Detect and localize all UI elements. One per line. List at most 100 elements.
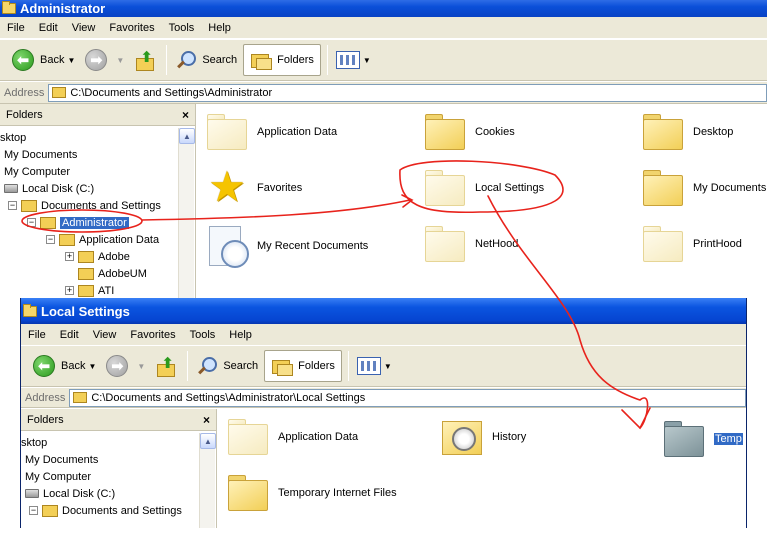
- views-button[interactable]: ▼: [353, 350, 396, 382]
- folders-pane-title: Folders: [6, 108, 43, 121]
- folder-item[interactable]: ★ Favorites: [205, 166, 302, 208]
- back-button[interactable]: ⬅ Back ▼: [8, 44, 79, 76]
- views-icon: [335, 51, 360, 69]
- menu-view[interactable]: View: [86, 329, 124, 341]
- close-icon[interactable]: ×: [203, 413, 210, 427]
- menu-file[interactable]: File: [0, 22, 32, 34]
- back-label: Back: [40, 54, 65, 66]
- menu-view[interactable]: View: [65, 22, 103, 34]
- tree-item-label: ATI: [98, 284, 115, 297]
- tree-item-label: My Documents: [4, 148, 78, 161]
- tree-item[interactable]: sktop: [0, 129, 195, 146]
- folder-item[interactable]: Cookies: [423, 114, 515, 150]
- tree-item[interactable]: − Administrator: [0, 214, 195, 231]
- folder-icon: [59, 233, 75, 246]
- tree-item[interactable]: sktop: [21, 434, 216, 451]
- tree-item[interactable]: − Application Data: [0, 231, 195, 248]
- folders-icon: [271, 356, 294, 376]
- up-button[interactable]: [130, 44, 160, 76]
- tree-item-label: Adobe: [98, 250, 130, 263]
- tree-item[interactable]: − Documents and Settings: [0, 197, 195, 214]
- folder-item[interactable]: Local Settings: [423, 170, 544, 206]
- dropdown-arrow-icon[interactable]: ▼: [88, 362, 96, 371]
- collapse-icon[interactable]: −: [29, 506, 38, 515]
- tree-item[interactable]: My Documents: [21, 451, 216, 468]
- folder-item-label: Cookies: [475, 126, 515, 138]
- menu-tools[interactable]: Tools: [162, 22, 202, 34]
- folder-item[interactable]: My Recent Documents: [205, 224, 368, 268]
- collapse-icon[interactable]: −: [8, 201, 17, 210]
- folder-item[interactable]: PrintHood: [641, 226, 742, 262]
- tree-item[interactable]: My Documents: [0, 146, 195, 163]
- folder-icon: [423, 170, 467, 206]
- folder-item[interactable]: History: [440, 417, 526, 457]
- folder-icon: [21, 199, 37, 212]
- folder-item[interactable]: NetHood: [423, 226, 518, 262]
- folder-item[interactable]: Application Data: [205, 114, 337, 150]
- address-label: Address: [4, 86, 45, 99]
- folder-item[interactable]: Application Data: [226, 419, 358, 455]
- close-icon[interactable]: ×: [182, 108, 189, 122]
- tree-item[interactable]: Local Disk (C:): [0, 180, 195, 197]
- views-button[interactable]: ▼: [332, 44, 375, 76]
- tree-item-label: Documents and Settings: [41, 199, 161, 212]
- folders-button[interactable]: Folders: [243, 44, 321, 76]
- scroll-up-icon[interactable]: ▲: [179, 128, 195, 144]
- tree-item-label: Local Disk (C:): [22, 182, 95, 195]
- menu-file[interactable]: File: [21, 329, 53, 341]
- folder-item-label: Local Settings: [475, 182, 545, 194]
- title-bar[interactable]: Local Settings: [21, 298, 746, 324]
- dropdown-arrow-icon[interactable]: ▼: [116, 56, 124, 65]
- folder-item-label: My Documents: [693, 182, 767, 194]
- tree-item[interactable]: My Computer: [0, 163, 195, 180]
- scroll-up-icon[interactable]: ▲: [200, 433, 216, 449]
- expand-icon[interactable]: +: [65, 252, 74, 261]
- folder-contents: Application Data Cookies Desktop ★ Favorites…: [197, 104, 767, 300]
- views-icon: [356, 357, 381, 375]
- folders-button[interactable]: Folders: [264, 350, 342, 382]
- menu-edit[interactable]: Edit: [32, 22, 65, 34]
- menu-help[interactable]: Help: [201, 22, 238, 34]
- search-label: Search: [223, 360, 259, 372]
- dropdown-arrow-icon[interactable]: ▼: [363, 56, 371, 65]
- tree-item[interactable]: My Computer: [21, 468, 216, 485]
- folders-pane-header: Folders ×: [21, 409, 216, 431]
- dropdown-arrow-icon[interactable]: ▼: [67, 56, 75, 65]
- forward-button[interactable]: ➡ ▼: [81, 44, 128, 76]
- tree-item[interactable]: + ATI: [0, 282, 195, 299]
- vertical-scrollbar[interactable]: ▲: [178, 128, 195, 300]
- tree-item[interactable]: + Adobe: [0, 248, 195, 265]
- menu-favorites[interactable]: Favorites: [102, 22, 161, 34]
- address-input[interactable]: C:\Documents and Settings\Administrator\…: [69, 388, 746, 407]
- folder-item[interactable]: Temporary Internet Files: [226, 475, 397, 511]
- menu-edit[interactable]: Edit: [53, 329, 86, 341]
- collapse-icon[interactable]: −: [46, 235, 55, 244]
- drive-icon: [4, 184, 18, 193]
- folder-item[interactable]: Desktop: [641, 114, 733, 150]
- folder-item[interactable]: My Documents: [641, 170, 766, 206]
- expand-icon[interactable]: +: [65, 286, 74, 295]
- address-path: C:\Documents and Settings\Administrator: [70, 86, 273, 99]
- back-button[interactable]: ⬅ Back ▼: [29, 350, 100, 382]
- search-button[interactable]: Search: [171, 44, 241, 76]
- dropdown-arrow-icon[interactable]: ▼: [137, 362, 145, 371]
- menu-help[interactable]: Help: [222, 329, 259, 341]
- tree-item[interactable]: AdobeUM: [0, 265, 195, 282]
- tree-item[interactable]: − Documents and Settings: [21, 502, 216, 519]
- up-button[interactable]: [151, 350, 181, 382]
- vertical-scrollbar[interactable]: ▲: [199, 433, 216, 528]
- menu-tools[interactable]: Tools: [183, 329, 223, 341]
- dropdown-arrow-icon[interactable]: ▼: [384, 362, 392, 371]
- address-input[interactable]: C:\Documents and Settings\Administrator: [48, 83, 767, 102]
- folder-icon: [2, 1, 16, 14]
- folder-item[interactable]: Temp: [662, 421, 743, 457]
- folders-pane: Folders × sktop My Documents My Computer Lo…: [21, 409, 217, 528]
- title-bar[interactable]: Administrator: [0, 0, 767, 17]
- folders-pane-header: Folders ×: [0, 104, 195, 126]
- folder-icon: [78, 267, 94, 280]
- search-button[interactable]: Search: [192, 350, 262, 382]
- forward-button[interactable]: ➡ ▼: [102, 350, 149, 382]
- collapse-icon[interactable]: −: [27, 218, 36, 227]
- menu-favorites[interactable]: Favorites: [123, 329, 182, 341]
- tree-item[interactable]: Local Disk (C:): [21, 485, 216, 502]
